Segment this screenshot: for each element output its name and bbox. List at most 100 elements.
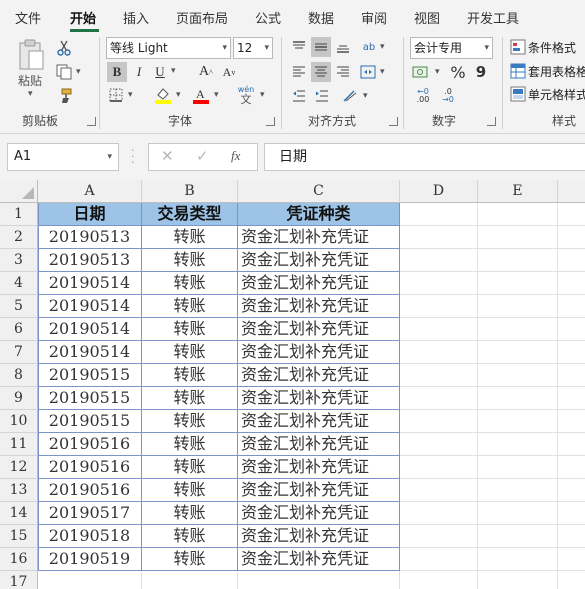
cancel-icon[interactable]: ✕: [161, 147, 174, 165]
empty-cell[interactable]: [400, 203, 478, 226]
table-cell[interactable]: 资金汇划补充凭证: [238, 249, 400, 272]
empty-cell[interactable]: [558, 456, 585, 479]
table-cell[interactable]: 转账: [142, 410, 238, 433]
font-name-combo[interactable]: 等线 Light ▾: [106, 37, 231, 59]
tab-file[interactable]: 文件: [15, 8, 41, 27]
tab-formulas[interactable]: 公式: [255, 8, 281, 27]
table-cell[interactable]: 转账: [142, 479, 238, 502]
empty-cell[interactable]: [478, 433, 558, 456]
table-cell[interactable]: 资金汇划补充凭证: [238, 295, 400, 318]
table-cell[interactable]: 20190513: [38, 226, 142, 249]
borders-icon[interactable]: [107, 85, 125, 105]
underline-dropdown-icon[interactable]: ▾: [171, 66, 176, 76]
empty-cell[interactable]: [558, 272, 585, 295]
font-launcher-icon[interactable]: [266, 117, 275, 126]
borders-dropdown-icon[interactable]: ▾: [128, 90, 133, 100]
empty-cell[interactable]: [478, 410, 558, 433]
empty-cell[interactable]: [478, 249, 558, 272]
number-format-combo[interactable]: 会计专用 ▾: [410, 37, 493, 59]
table-cell[interactable]: 转账: [142, 502, 238, 525]
empty-cell[interactable]: [558, 318, 585, 341]
row-header[interactable]: 17: [0, 571, 38, 589]
increase-indent-icon[interactable]: [313, 87, 331, 105]
table-cell[interactable]: 20190516: [38, 433, 142, 456]
empty-cell[interactable]: [400, 295, 478, 318]
table-header-cell[interactable]: 凭证种类: [238, 203, 400, 226]
comma-style-button[interactable]: 9: [472, 62, 490, 82]
table-cell[interactable]: 资金汇划补充凭证: [238, 502, 400, 525]
bold-button[interactable]: B: [107, 62, 127, 82]
table-cell[interactable]: 转账: [142, 295, 238, 318]
empty-cell[interactable]: [558, 571, 585, 589]
phonetic-dropdown-icon[interactable]: ▾: [260, 90, 265, 100]
table-cell[interactable]: 20190514: [38, 318, 142, 341]
formula-bar-grip-icon[interactable]: · · ·: [131, 145, 135, 168]
align-bottom-icon[interactable]: [334, 38, 352, 56]
empty-cell[interactable]: [558, 433, 585, 456]
empty-cell[interactable]: [558, 525, 585, 548]
row-header[interactable]: 16: [0, 548, 38, 571]
grow-font-button[interactable]: A ^: [197, 62, 215, 82]
table-cell[interactable]: 转账: [142, 548, 238, 571]
worksheet-grid[interactable]: A B C D E 1 日期 交易类型 凭证种类 2 20190513 转账 资金汇划补充凭证 3 2019…: [0, 180, 585, 589]
cell-styles-button[interactable]: 单元格样式: [510, 83, 585, 105]
fill-color-icon[interactable]: [153, 85, 173, 105]
shrink-font-button[interactable]: Av: [220, 62, 238, 82]
empty-cell[interactable]: [558, 548, 585, 571]
table-cell[interactable]: 20190519: [38, 548, 142, 571]
paste-dropdown-icon[interactable]: ▾: [28, 89, 33, 99]
table-cell[interactable]: 资金汇划补充凭证: [238, 387, 400, 410]
column-header-b[interactable]: B: [142, 180, 238, 203]
table-cell[interactable]: 转账: [142, 456, 238, 479]
empty-cell[interactable]: [478, 318, 558, 341]
empty-cell[interactable]: [478, 364, 558, 387]
orientation-dropdown-icon[interactable]: ▾: [380, 42, 385, 52]
align-right-icon[interactable]: [334, 63, 352, 81]
table-cell[interactable]: 资金汇划补充凭证: [238, 479, 400, 502]
table-cell[interactable]: 20190517: [38, 502, 142, 525]
tab-insert[interactable]: 插入: [123, 8, 149, 27]
alignment-launcher-icon[interactable]: [389, 117, 398, 126]
align-top-icon[interactable]: [290, 38, 308, 56]
align-middle-icon[interactable]: [311, 37, 331, 57]
tab-view[interactable]: 视图: [414, 8, 440, 27]
row-header[interactable]: 7: [0, 341, 38, 364]
table-cell[interactable]: 转账: [142, 525, 238, 548]
align-center-icon[interactable]: [311, 62, 331, 82]
table-cell[interactable]: 20190515: [38, 387, 142, 410]
table-header-cell[interactable]: 日期: [38, 203, 142, 226]
empty-cell[interactable]: [400, 341, 478, 364]
empty-cell[interactable]: [400, 364, 478, 387]
table-cell[interactable]: 20190516: [38, 456, 142, 479]
font-color-dropdown-icon[interactable]: ▾: [214, 90, 219, 100]
empty-cell[interactable]: [558, 249, 585, 272]
empty-cell[interactable]: [400, 525, 478, 548]
clipboard-launcher-icon[interactable]: [87, 117, 96, 126]
row-header[interactable]: 2: [0, 226, 38, 249]
empty-cell[interactable]: [400, 571, 478, 589]
text-orientation-icon[interactable]: ab: [359, 37, 379, 57]
format-painter-icon[interactable]: [55, 87, 73, 105]
empty-cell[interactable]: [558, 410, 585, 433]
table-cell[interactable]: 20190515: [38, 410, 142, 433]
font-size-combo[interactable]: 12 ▾: [233, 37, 273, 59]
empty-cell[interactable]: [38, 571, 142, 589]
table-cell[interactable]: 转账: [142, 387, 238, 410]
row-header[interactable]: 4: [0, 272, 38, 295]
merge-dropdown-icon[interactable]: ▾: [380, 67, 385, 77]
table-cell[interactable]: 20190518: [38, 525, 142, 548]
increase-decimal-button[interactable]: ←0 .00: [410, 86, 436, 106]
percent-style-button[interactable]: %: [448, 62, 468, 82]
empty-cell[interactable]: [478, 295, 558, 318]
empty-cell[interactable]: [400, 479, 478, 502]
paste-button[interactable]: 粘贴 ▾: [14, 39, 50, 99]
phonetic-guide-icon[interactable]: wén 文: [235, 85, 257, 107]
empty-cell[interactable]: [400, 318, 478, 341]
fill-color-dropdown-icon[interactable]: ▾: [176, 90, 181, 100]
row-header[interactable]: 3: [0, 249, 38, 272]
column-header-c[interactable]: C: [238, 180, 400, 203]
orientation-angle-dropdown-icon[interactable]: ▾: [363, 91, 368, 101]
underline-button[interactable]: U: [151, 62, 169, 82]
table-cell[interactable]: 资金汇划补充凭证: [238, 525, 400, 548]
table-cell[interactable]: 转账: [142, 364, 238, 387]
